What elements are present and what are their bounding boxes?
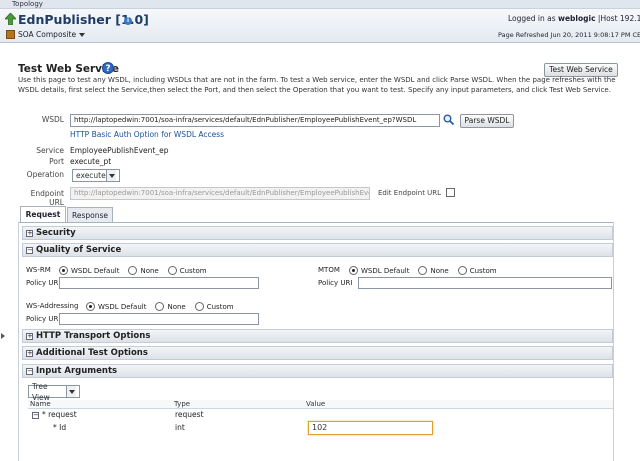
chevron-down-icon	[66, 386, 76, 397]
additional-options-title: Additional Test Options	[36, 348, 148, 358]
operation-select[interactable]: execute	[72, 169, 120, 182]
additional-options-section-header[interactable]: + Additional Test Options	[22, 346, 613, 360]
page-header: EdnPublisher [1.0] i SOA Composite Logge…	[0, 9, 640, 43]
http-auth-link[interactable]: HTTP Basic Auth Option for WSDL Access	[70, 130, 224, 139]
wsrm-radio-group: WSDL Default None Custom	[59, 266, 213, 275]
wsaddr-radio-group: WSDL Default None Custom	[86, 302, 240, 311]
help-icon[interactable]: ?	[102, 62, 114, 74]
wsrm-policy-input[interactable]	[59, 277, 259, 289]
http-transport-section-header[interactable]: + HTTP Transport Options	[22, 329, 613, 343]
http-transport-title: HTTP Transport Options	[36, 331, 151, 341]
mtom-custom-radio[interactable]	[457, 266, 467, 275]
wsrm-wsdl-default-radio[interactable]	[59, 266, 68, 275]
service-value: EmployeePublishEvent_ep	[70, 146, 169, 155]
info-icon[interactable]: i	[124, 17, 132, 25]
wsaddr-wsdl-default-radio[interactable]	[86, 302, 95, 311]
qos-section-header[interactable]: − Quality of Service	[22, 243, 613, 257]
chevron-down-icon	[106, 170, 116, 181]
wsaddr-wsdl-default-label: WSDL Default	[98, 302, 147, 311]
arg-name-id: * Id	[53, 423, 67, 432]
mtom-custom-label: Custom	[469, 266, 497, 275]
wsaddr-label: WS-Addressing	[26, 302, 79, 310]
wsrm-none-radio[interactable]	[128, 266, 138, 275]
wsaddr-policy-input[interactable]	[59, 313, 259, 325]
edit-endpoint-checkbox[interactable]	[446, 188, 455, 197]
collapse-icon: −	[26, 245, 33, 254]
operation-label: Operation	[26, 170, 64, 179]
wsdl-label: WSDL	[41, 115, 64, 124]
operation-value: execute	[76, 171, 106, 180]
splitter-arrow-icon[interactable]	[1, 333, 5, 339]
wsaddr-none-radio[interactable]	[155, 302, 165, 311]
composite-icon	[6, 30, 15, 39]
arguments-table-header: Name Type Value	[28, 400, 613, 409]
arg-type-request: request	[175, 410, 204, 419]
qos-title: Quality of Service	[36, 245, 122, 255]
col-value: Value	[306, 400, 326, 408]
mtom-policy-label: Policy URI	[318, 279, 353, 287]
security-section-header[interactable]: + Security	[22, 226, 613, 240]
wsaddr-custom-radio[interactable]	[194, 302, 204, 311]
soa-composite-menu[interactable]: SOA Composite	[6, 30, 86, 39]
input-arguments-title: Input Arguments	[36, 366, 118, 376]
username[interactable]: weblogic	[558, 14, 596, 23]
page-description: Use this page to test any WSDL, includin…	[18, 76, 616, 94]
wsrm-custom-radio[interactable]	[167, 266, 177, 275]
expand-icon: +	[26, 348, 33, 357]
wsrm-wsdl-default-label: WSDL Default	[71, 266, 120, 275]
mtom-none-radio[interactable]	[418, 266, 428, 275]
edit-endpoint-label: Edit Endpoint URL	[378, 189, 442, 197]
security-title: Security	[36, 228, 76, 238]
wsrm-policy-label: Policy URI	[26, 279, 61, 287]
tab-response[interactable]: Response	[67, 207, 113, 223]
topology-link[interactable]: Topology	[12, 0, 43, 9]
service-label: Service	[36, 146, 64, 155]
expand-icon: +	[26, 331, 33, 340]
endpoint-url-input[interactable]: http://laptopedwin:7001/soa-infra/servic…	[70, 187, 370, 200]
mtom-wsdl-default-label: WSDL Default	[361, 266, 410, 275]
wsrm-none-label: None	[140, 266, 159, 275]
search-icon[interactable]	[443, 114, 454, 125]
mtom-wsdl-default-radio[interactable]	[349, 266, 358, 275]
mtom-policy-input[interactable]	[358, 277, 612, 289]
parse-wsdl-button[interactable]: Parse WSDL	[460, 114, 514, 128]
soa-composite-label: SOA Composite	[18, 30, 77, 39]
endpoint-url-label: Endpoint URL	[30, 189, 64, 207]
col-name: Name	[30, 400, 51, 408]
wsrm-custom-label: Custom	[179, 266, 207, 275]
mtom-none-label: None	[430, 266, 449, 275]
expand-icon: +	[26, 228, 33, 237]
port-value: execute_pt	[70, 157, 112, 166]
port-label: Port	[49, 157, 64, 166]
input-arguments-section-header[interactable]: − Input Arguments	[22, 364, 613, 378]
collapse-icon: −	[26, 366, 33, 375]
wsaddr-none-label: None	[167, 302, 186, 311]
view-select[interactable]: Tree View	[28, 382, 80, 402]
mtom-label: MTOM	[318, 266, 340, 274]
page-refreshed: Page Refreshed Jun 20, 2011 9:08:17 PM C…	[498, 31, 640, 39]
test-web-service-button[interactable]: Test Web Service	[544, 63, 618, 77]
arg-name-request: * request	[42, 410, 77, 419]
login-info: Logged in as weblogic |Host 192.168.	[508, 14, 640, 23]
col-type: Type	[174, 400, 191, 408]
logged-in-prefix: Logged in as	[508, 14, 556, 23]
wsdl-input[interactable]: http://laptopedwin:7001/soa-infra/servic…	[70, 114, 440, 127]
topology-bar: Topology	[0, 0, 640, 9]
arg-type-id: int	[175, 423, 185, 432]
wsaddr-policy-label: Policy URI	[26, 315, 61, 323]
tab-request[interactable]: Request	[20, 206, 66, 223]
wsrm-label: WS-RM	[26, 266, 51, 274]
id-value-input[interactable]: 102	[308, 421, 433, 435]
host-info: |Host 192.168.	[597, 14, 640, 23]
up-arrow-icon[interactable]	[5, 13, 16, 25]
chevron-down-icon	[79, 32, 86, 37]
tree-collapse-icon[interactable]: −	[32, 412, 39, 419]
wsaddr-custom-label: Custom	[206, 302, 234, 311]
mtom-radio-group: WSDL Default None Custom	[349, 266, 503, 275]
